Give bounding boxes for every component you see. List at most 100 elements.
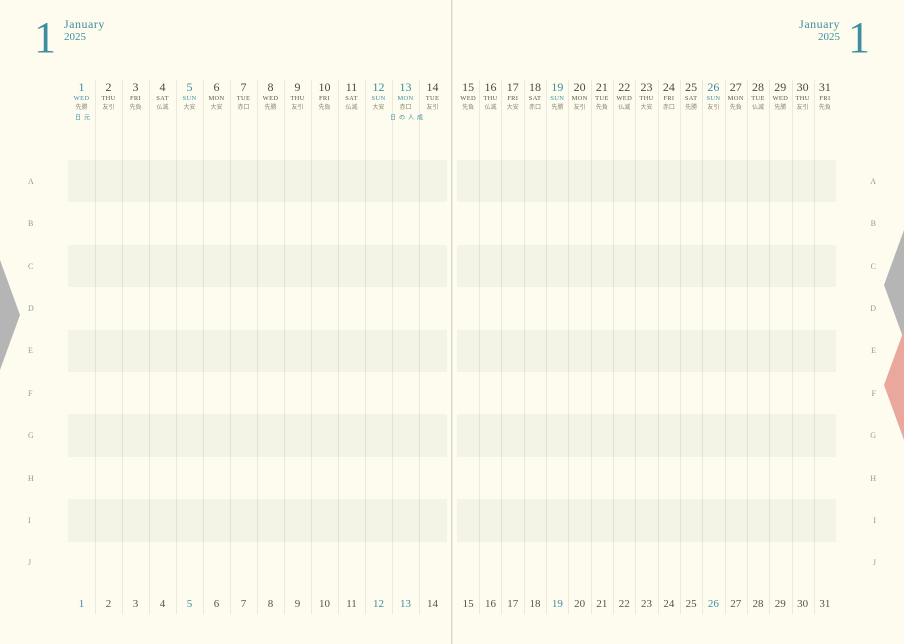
day-of-week: MON — [203, 95, 230, 102]
grid-row — [68, 330, 447, 372]
rokuyo: 大安 — [635, 102, 657, 111]
grid-row — [457, 330, 836, 372]
day-of-week: WED — [613, 95, 635, 102]
day-number: 28 — [747, 80, 769, 95]
day-header: 20MON友引 — [568, 80, 590, 111]
day-number: 14 — [419, 80, 446, 95]
rokuyo: 友引 — [791, 102, 813, 111]
day-of-week: SAT — [149, 95, 176, 102]
day-header: 12SUN大安 — [365, 80, 392, 111]
rokuyo: 先負 — [311, 102, 338, 111]
day-number: 23 — [635, 80, 657, 95]
day-of-week: THU — [95, 95, 122, 102]
year: 2025 — [64, 31, 105, 43]
day-header: 31FRI先負 — [814, 80, 836, 111]
rokuyo: 赤口 — [524, 102, 546, 111]
grid-row — [68, 542, 447, 584]
day-number: 31 — [814, 80, 836, 95]
day-number: 5 — [176, 80, 203, 95]
day-number: 9 — [284, 80, 311, 95]
grid-row — [457, 245, 836, 287]
grid-row — [68, 245, 447, 287]
day-number: 10 — [311, 80, 338, 95]
rokuyo: 大安 — [502, 102, 524, 111]
day-of-week: MON — [725, 95, 747, 102]
grid-row — [457, 542, 836, 584]
rokuyo: 先負 — [814, 102, 836, 111]
footer-day-number: 12 — [365, 598, 392, 610]
day-of-week: THU — [284, 95, 311, 102]
grid-right — [457, 160, 836, 584]
rokuyo: 赤口 — [658, 102, 680, 111]
row-label: F — [836, 372, 876, 414]
day-number: 12 — [365, 80, 392, 95]
day-header: 17FRI大安 — [502, 80, 524, 111]
row-label: D — [836, 287, 876, 329]
day-of-week: SUN — [546, 95, 568, 102]
holiday-note: 成人の日 — [388, 114, 424, 120]
rokuyo: 先勝 — [769, 102, 791, 111]
row-label: B — [28, 202, 68, 244]
year: 2025 — [799, 31, 840, 43]
header-left: 1 January 2025 — [34, 18, 105, 58]
footer-day-number: 21 — [591, 598, 613, 610]
day-of-week: TUE — [747, 95, 769, 102]
day-header: 1WED先勝元日 — [68, 80, 95, 111]
footer-day-number: 29 — [769, 598, 791, 610]
footer-day-number: 7 — [230, 598, 257, 610]
day-number: 16 — [479, 80, 501, 95]
holiday-note: 元日 — [73, 114, 91, 120]
day-number: 22 — [613, 80, 635, 95]
grid-row — [457, 499, 836, 541]
day-of-week: SAT — [680, 95, 702, 102]
rokuyo: 仏滅 — [613, 102, 635, 111]
day-header: 7TUE赤口 — [230, 80, 257, 111]
day-header: 8WED先勝 — [257, 80, 284, 111]
footer-day-number: 9 — [284, 598, 311, 610]
day-header: 30THU友引 — [791, 80, 813, 111]
day-number: 30 — [791, 80, 813, 95]
day-number: 18 — [524, 80, 546, 95]
day-header: 14TUE友引 — [419, 80, 446, 111]
footer-day-number: 27 — [725, 598, 747, 610]
day-header: 25SAT先勝 — [680, 80, 702, 111]
day-header: 19SUN先勝 — [546, 80, 568, 111]
rokuyo: 仏滅 — [149, 102, 176, 111]
day-of-week: THU — [791, 95, 813, 102]
rokuyo: 先勝 — [546, 102, 568, 111]
day-header: 24FRI赤口 — [658, 80, 680, 111]
day-header: 11SAT仏滅 — [338, 80, 365, 111]
day-header: 16THU仏滅 — [479, 80, 501, 111]
day-header: 28TUE仏滅 — [747, 80, 769, 111]
row-label: F — [28, 372, 68, 414]
day-of-week: SUN — [176, 95, 203, 102]
footer-day-number: 1 — [68, 598, 95, 610]
day-header: 27MON先負 — [725, 80, 747, 111]
day-of-week: FRI — [311, 95, 338, 102]
row-label: A — [836, 160, 876, 202]
day-number: 24 — [658, 80, 680, 95]
footer-day-number: 17 — [502, 598, 524, 610]
day-of-week: WED — [257, 95, 284, 102]
page-right: 1 January 2025 15WED先負16THU仏滅17FRI大安18SA… — [452, 0, 904, 644]
footer-day-number: 31 — [814, 598, 836, 610]
month-number: 1 — [848, 18, 870, 58]
day-of-week: THU — [479, 95, 501, 102]
row-label: D — [28, 287, 68, 329]
day-of-week: WED — [68, 95, 95, 102]
rokuyo: 先勝 — [680, 102, 702, 111]
day-of-week: THU — [635, 95, 657, 102]
day-number: 15 — [457, 80, 479, 95]
rokuyo: 友引 — [419, 102, 446, 111]
day-header: 4SAT仏滅 — [149, 80, 176, 111]
rokuyo: 赤口 — [392, 102, 419, 111]
rokuyo: 仏滅 — [338, 102, 365, 111]
grid-row — [457, 372, 836, 414]
day-of-week: TUE — [419, 95, 446, 102]
day-header: 10FRI先負 — [311, 80, 338, 111]
day-of-week: SUN — [702, 95, 724, 102]
footer-day-number: 15 — [457, 598, 479, 610]
day-header: 21TUE先負 — [591, 80, 613, 111]
day-number: 26 — [702, 80, 724, 95]
day-of-week: SAT — [338, 95, 365, 102]
